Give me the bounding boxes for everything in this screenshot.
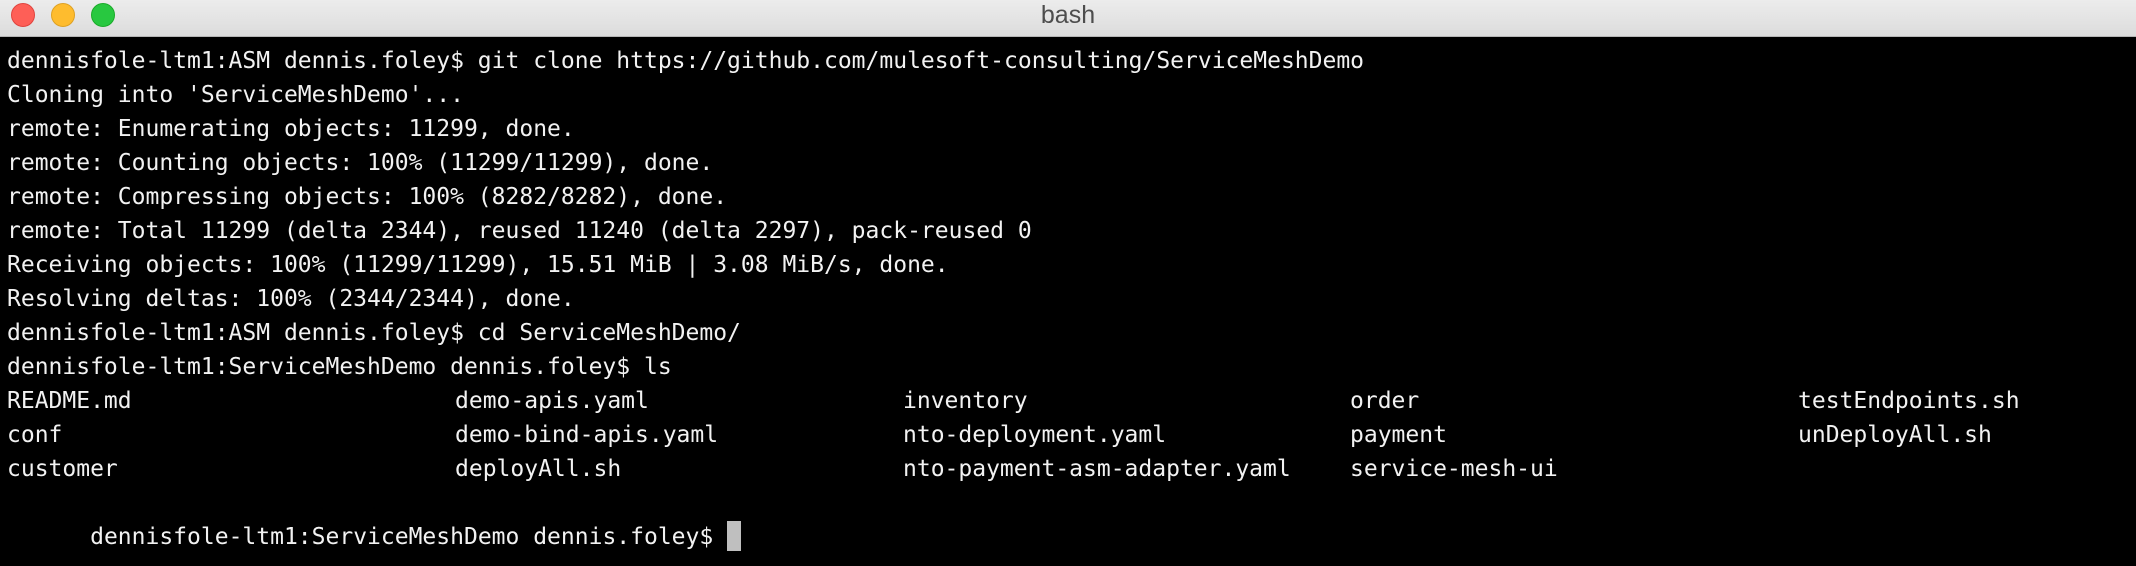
prompt-line[interactable]: dennisfole-ltm1:ServiceMeshDemo dennis.f… [7, 486, 2136, 551]
ls-row: conf demo-bind-apis.yaml nto-deployment.… [7, 418, 2136, 452]
ls-row: README.md demo-apis.yaml inventory order… [7, 384, 2136, 418]
output-line: remote: Compressing objects: 100% (8282/… [7, 184, 728, 210]
ls-entry: deployAll.sh [455, 456, 622, 482]
ls-entry: nto-payment-asm-adapter.yaml [903, 456, 1291, 482]
terminal-output[interactable]: dennisfole-ltm1:ASM dennis.foley$ git cl… [7, 44, 2136, 566]
output-line: Cloning into 'ServiceMeshDemo'... [7, 82, 464, 108]
ls-entry: order [1350, 388, 1420, 414]
shell-prompt: dennisfole-ltm1:ServiceMeshDemo dennis.f… [90, 524, 714, 550]
ls-entry: README.md [7, 388, 132, 414]
ls-entry: customer [7, 456, 118, 482]
ls-entry: service-mesh-ui [1350, 456, 1558, 482]
terminal-window: bash dennisfole-ltm1:ASM dennis.foley$ g… [0, 0, 2136, 566]
ls-entry: demo-apis.yaml [455, 388, 649, 414]
window-title: bash [1040, 1, 1096, 29]
output-line: remote: Total 11299 (delta 2344), reused… [7, 218, 1032, 244]
ls-entry: testEndpoints.sh [1798, 388, 2020, 414]
output-line: remote: Counting objects: 100% (11299/11… [7, 150, 714, 176]
output-line: Resolving deltas: 100% (2344/2344), done… [7, 286, 575, 312]
ls-entry: inventory [903, 388, 1028, 414]
ls-entry: demo-bind-apis.yaml [455, 422, 719, 448]
ls-row: customer deployAll.sh nto-payment-asm-ad… [7, 452, 2136, 486]
ls-entry: nto-deployment.yaml [903, 422, 1167, 448]
text-cursor [727, 520, 742, 551]
ls-entry: unDeployAll.sh [1798, 422, 1992, 448]
output-line: dennisfole-ltm1:ServiceMeshDemo dennis.f… [7, 354, 672, 380]
output-line: dennisfole-ltm1:ASM dennis.foley$ git cl… [7, 48, 1365, 74]
output-line: Receiving objects: 100% (11299/11299), 1… [7, 252, 949, 278]
title-bar[interactable]: bash [0, 0, 2136, 37]
ls-entry: payment [1350, 422, 1447, 448]
output-line: remote: Enumerating objects: 11299, done… [7, 116, 575, 142]
output-line: dennisfole-ltm1:ASM dennis.foley$ cd Ser… [7, 320, 741, 346]
ls-entry: conf [7, 422, 63, 448]
